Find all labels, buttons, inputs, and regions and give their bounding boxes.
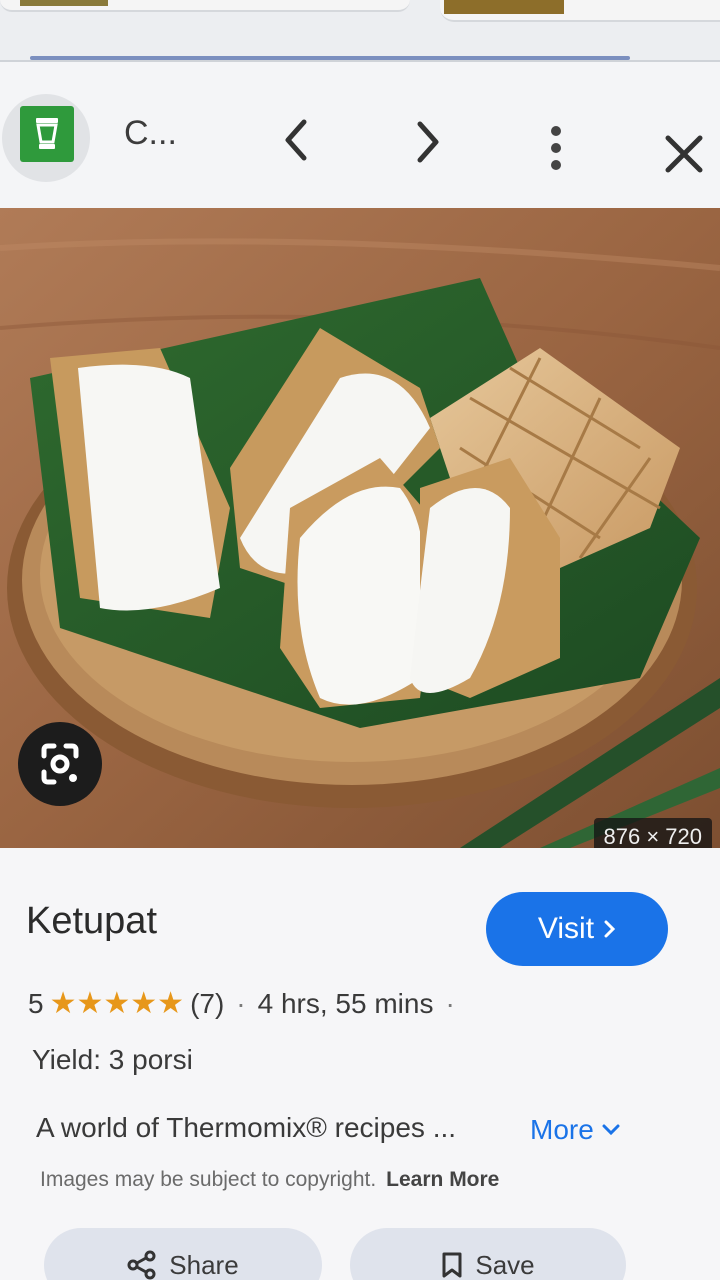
image-preview-panel: C... 876 × 720 Ketupat Visit 5 ★★★★★ (7)… bbox=[0, 62, 720, 1280]
copyright-notice: Images may be subject to copyright. Learn… bbox=[40, 1168, 499, 1192]
google-lens-icon bbox=[41, 743, 79, 785]
chevron-left-icon bbox=[285, 119, 307, 161]
rating-value: 5 bbox=[28, 987, 44, 1019]
close-button[interactable] bbox=[654, 124, 714, 184]
copyright-text: Images may be subject to copyright. bbox=[40, 1168, 377, 1191]
result-title[interactable]: Ketupat bbox=[26, 900, 157, 943]
result-card[interactable] bbox=[440, 0, 720, 22]
thermomix-logo-icon bbox=[20, 106, 74, 162]
share-label: Share bbox=[169, 1249, 239, 1280]
cook-time: 4 hrs, 55 mins bbox=[257, 987, 434, 1019]
separator-dot: · bbox=[445, 987, 455, 1019]
previous-button[interactable] bbox=[266, 110, 326, 170]
preview-image[interactable]: 876 × 720 bbox=[0, 208, 720, 848]
result-card[interactable] bbox=[0, 0, 410, 12]
chevron-right-icon bbox=[417, 121, 439, 163]
rating-stars: ★★★★★ bbox=[49, 987, 185, 1020]
next-button[interactable] bbox=[398, 112, 458, 172]
preview-header: C... bbox=[0, 62, 720, 212]
previous-results-strip bbox=[0, 0, 720, 60]
chevron-down-icon bbox=[602, 1124, 620, 1136]
result-thumbnail bbox=[20, 0, 108, 6]
result-thumbnail bbox=[444, 0, 564, 14]
close-icon bbox=[665, 135, 703, 173]
ketupat-photo bbox=[0, 208, 720, 848]
save-label: Save bbox=[475, 1249, 535, 1280]
google-lens-button[interactable] bbox=[18, 722, 102, 806]
more-label: More bbox=[530, 1114, 594, 1145]
rating-row: 5 ★★★★★ (7) · 4 hrs, 55 mins · bbox=[28, 986, 461, 1021]
save-button[interactable]: Save bbox=[350, 1228, 626, 1280]
recipe-yield: Yield: 3 porsi bbox=[32, 1044, 193, 1075]
site-name[interactable]: C... bbox=[124, 114, 177, 153]
result-description: A world of Thermomix® recipes ... bbox=[36, 1112, 457, 1143]
visit-button[interactable]: Visit bbox=[486, 892, 668, 966]
more-button[interactable]: More bbox=[530, 1114, 620, 1146]
bookmark-icon bbox=[442, 1252, 462, 1278]
learn-more-link[interactable]: Learn More bbox=[386, 1168, 499, 1191]
selection-indicator bbox=[30, 56, 630, 60]
more-options-button[interactable] bbox=[526, 118, 586, 178]
image-dimensions: 876 × 720 bbox=[593, 818, 712, 848]
share-button[interactable]: Share bbox=[44, 1228, 322, 1280]
result-info: Ketupat Visit 5 ★★★★★ (7) · 4 hrs, 55 mi… bbox=[0, 848, 720, 1280]
review-count: (7) bbox=[190, 987, 225, 1019]
separator-dot: · bbox=[236, 987, 246, 1019]
more-vert-icon bbox=[551, 126, 561, 170]
share-icon bbox=[127, 1250, 156, 1280]
visit-label: Visit bbox=[537, 912, 595, 945]
chevron-right-icon bbox=[604, 920, 616, 938]
site-favicon[interactable] bbox=[2, 94, 90, 182]
